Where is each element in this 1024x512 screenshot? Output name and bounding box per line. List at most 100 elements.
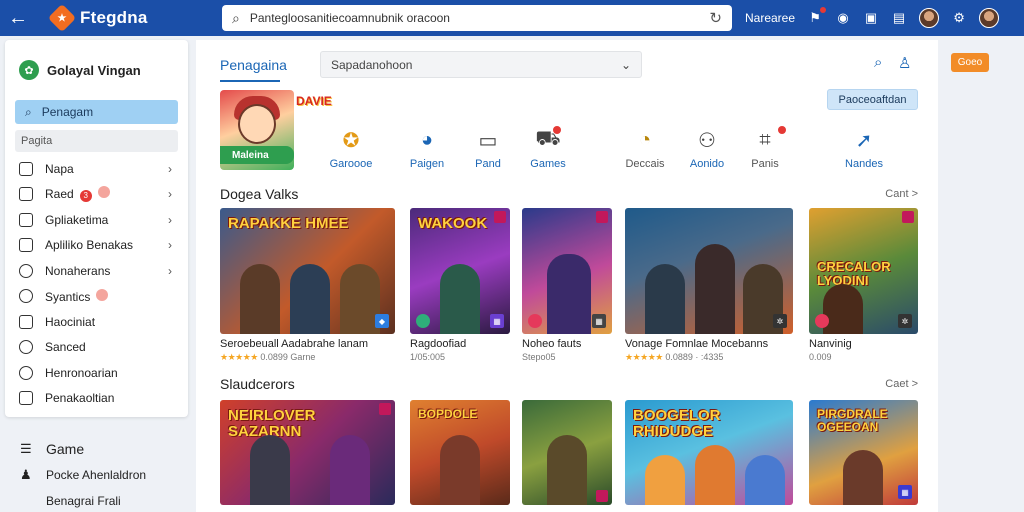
store-icon: ▦	[592, 314, 606, 328]
featured-button[interactable]: Paoceoaftdan	[827, 89, 918, 110]
footer-item-label: Pocke Ahenlaldron	[46, 468, 147, 482]
game-meta-text: 0.0899 Garne	[260, 352, 316, 362]
sidebar-item-apliliko[interactable]: Apliliko Benakas ›	[5, 233, 188, 259]
game-meta: Stepo05	[522, 352, 556, 362]
see-all-link[interactable]: Cant >	[885, 188, 918, 200]
folder-icon	[19, 391, 33, 406]
back-button[interactable]: ←	[0, 0, 36, 36]
tab-penagaina[interactable]: Penagaina	[220, 57, 287, 73]
sidebar-item-label: Apliliko Benakas	[45, 238, 134, 253]
category-item[interactable]: ➚ Nandes	[829, 126, 899, 171]
globe-icon[interactable]: ◉	[835, 10, 851, 26]
search-icon[interactable]: ⌕	[874, 54, 882, 71]
gamepad-icon: ◕	[420, 128, 434, 151]
top-label[interactable]: Narearee	[745, 11, 795, 25]
game-thumbnail: BOOGELOR RHIDUDGE	[625, 400, 793, 505]
sidebar-item-syantics[interactable]: Syantics	[5, 284, 188, 310]
main-content: Penagaina Sapadanohoon ⌄ ⌕ ♙ Maleina DAV…	[196, 40, 938, 512]
badge-icon	[379, 403, 391, 415]
square-icon	[19, 161, 33, 176]
game-card[interactable]	[522, 400, 612, 505]
clock-icon	[19, 365, 33, 380]
promo-button[interactable]: Goeo	[951, 53, 989, 72]
chevron-right-icon: ›	[168, 212, 172, 227]
game-thumbnail: ✲	[625, 208, 793, 334]
settings-icon[interactable]: ⚙	[951, 10, 967, 26]
category-select[interactable]: Sapadanohoon ⌄	[320, 51, 642, 78]
app-logo-icon: ★	[47, 3, 77, 33]
sidebar-item-label: Penagam	[41, 105, 94, 119]
category-item[interactable]: ✪ Garoooe	[316, 126, 386, 171]
sidebar-item-sanced[interactable]: Sanced	[5, 335, 188, 361]
sidebar-item-label: Napa	[45, 161, 74, 176]
game-card[interactable]: ▦ Noheo fauts Stepo05	[522, 208, 612, 362]
arrow-icon: ➚	[855, 129, 873, 152]
sidebar-item-label: Syantics	[45, 289, 91, 304]
count-badge: 3	[79, 190, 92, 203]
featured-game-image[interactable]: Maleina	[220, 90, 294, 170]
category-item[interactable]: ⌗ Panis	[730, 126, 800, 170]
footer-item[interactable]: ♟ Pocke Ahenlaldron	[20, 462, 146, 488]
sidebar-item-label: Gpliaketima	[45, 212, 109, 227]
settings-icon: ✲	[773, 314, 787, 328]
bookmark-icon[interactable]: ▤	[891, 10, 907, 26]
sidebar-item-henronoarian[interactable]: Henronoarian	[5, 360, 188, 386]
sidebar-item-gpliaketima[interactable]: Gpliaketima ›	[5, 207, 188, 233]
window-icon[interactable]: ▣	[863, 10, 879, 26]
featured-logo: DAVIE	[296, 94, 332, 108]
game-card[interactable]: PIRGDRALE OGEEOAN ▦	[809, 400, 918, 505]
platform-icon	[416, 314, 430, 328]
game-thumbnail: NEIRLOVER SAZARNN	[220, 400, 395, 505]
category-item[interactable]: ◕ Paigen	[392, 126, 462, 171]
footer-item[interactable]: Benagrai Frali	[20, 488, 146, 512]
platform-icon	[815, 314, 829, 328]
platform-icon	[528, 314, 542, 328]
notification-icon[interactable]: ⚑	[807, 7, 827, 26]
game-thumbnail: WAKOOK ▦	[410, 208, 510, 334]
sidebar-item-raed[interactable]: Raed 3 ›	[5, 182, 188, 208]
reload-icon[interactable]: ↻	[709, 9, 722, 27]
sidebar-title: Golayal Vingan	[47, 62, 141, 78]
game-card[interactable]: CRECALOR LYODINI ✲ Nanvinig 0.009	[809, 208, 918, 362]
game-art-title: NEIRLOVER SAZARNN	[228, 407, 316, 440]
circle-icon	[19, 263, 33, 278]
category-item[interactable]: ◔ Deccais	[610, 126, 680, 171]
category-item[interactable]: ⛟ Games	[513, 126, 583, 170]
game-link[interactable]: ☰ Game	[20, 436, 146, 462]
game-card[interactable]: WAKOOK ▦ Ragdoofiad 1/05:005	[410, 208, 510, 362]
sidebar-section-header: Pagita	[15, 130, 178, 152]
game-card[interactable]: ✲ Vonage Fomnlae Mocebanns ★★★★★ 0.0889 …	[625, 208, 793, 363]
game-meta-text: 0.0889 · :4335	[665, 352, 724, 362]
chevron-right-icon: ›	[168, 187, 172, 202]
sidebar-item-napa[interactable]: Napa ›	[5, 156, 188, 182]
game-card[interactable]: NEIRLOVER SAZARNN	[220, 400, 395, 505]
profile-avatar[interactable]	[979, 8, 1000, 28]
store-icon: ▦	[898, 485, 912, 499]
game-art-title: RAPAKKE HMEE	[228, 215, 349, 232]
see-all-link[interactable]: Caet >	[885, 378, 918, 390]
badge-icon	[494, 211, 506, 223]
game-thumbnail: RAPAKKE HMEE ◆	[220, 208, 395, 334]
sidebar-item-haociniat[interactable]: Haociniat	[5, 309, 188, 335]
list-icon: ☰	[20, 441, 32, 456]
game-thumbnail: BOPDOLE	[410, 400, 510, 505]
address-bar[interactable]: ⌕ ↻	[222, 5, 732, 31]
sidebar-item-active[interactable]: ⌕ Penagam	[15, 100, 178, 124]
sidebar-item-nonaherans[interactable]: Nonaherans ›	[5, 258, 188, 284]
badge-icon	[902, 211, 914, 223]
bell-icon[interactable]: ♙	[898, 54, 911, 72]
avatar[interactable]	[919, 8, 940, 28]
sidebar-item-penakaoltian[interactable]: Penakaoltian	[5, 386, 188, 412]
status-dot	[97, 186, 110, 199]
rating-stars: ★★★★★	[220, 352, 258, 362]
chevron-right-icon: ›	[168, 238, 172, 253]
game-name: Seroebeuall Aadabrahe lanam	[220, 338, 369, 350]
game-card[interactable]: RAPAKKE HMEE ◆ Seroebeuall Aadabrahe lan…	[220, 208, 395, 363]
game-card[interactable]: BOPDOLE	[410, 400, 510, 505]
sidebar-item-label: Henronoarian	[45, 365, 118, 380]
game-meta: ★★★★★ 0.0899 Garne	[220, 352, 395, 363]
brand-logo-icon: ✿	[19, 60, 39, 80]
game-card[interactable]: BOOGELOR RHIDUDGE	[625, 400, 793, 505]
address-input[interactable]	[249, 11, 710, 25]
chevron-down-icon: ⌄	[620, 57, 631, 72]
